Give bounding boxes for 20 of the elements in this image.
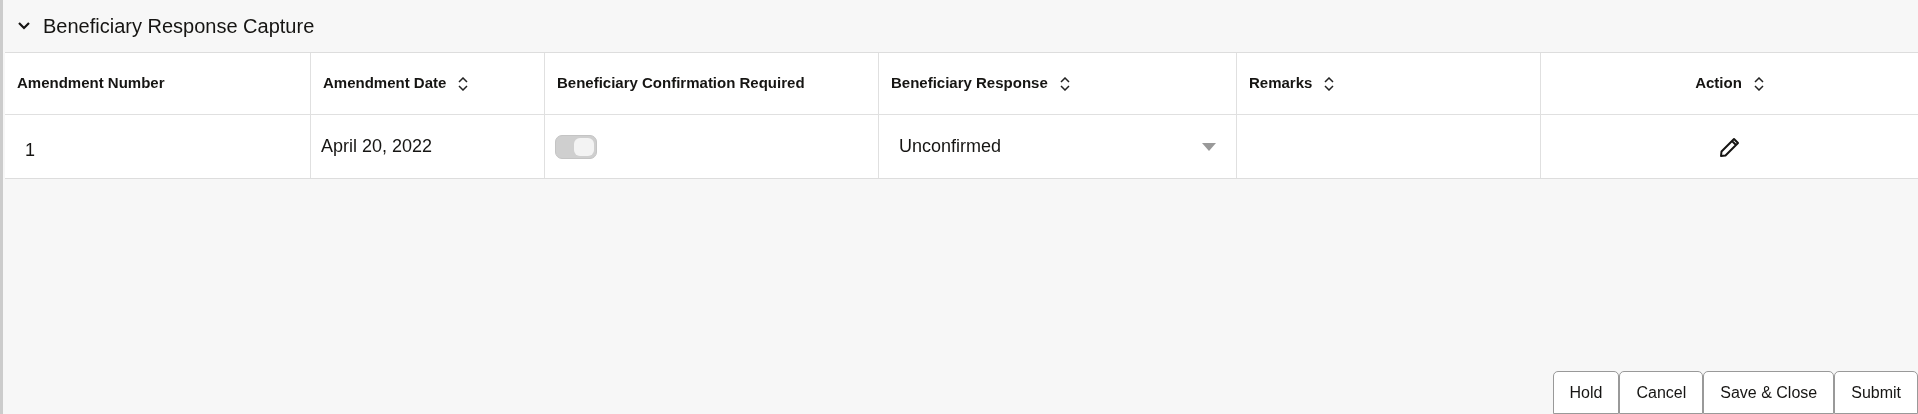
action-button[interactable]: Cancel [1619,371,1704,414]
table-cell-text: April 20, 2022 [321,135,433,158]
action-button[interactable]: Hold [1552,371,1620,414]
sort-icon[interactable] [1753,76,1764,91]
sort-icon[interactable] [1324,76,1335,91]
response-select[interactable]: Unconfirmed [899,133,1002,160]
section-title: Beneficiary Response Capture [43,14,315,39]
table-cell-text: 1 [25,139,35,162]
column-header[interactable]: Remarks [1249,72,1313,95]
sort-icon[interactable] [1059,76,1070,91]
column-header: Amendment Number [17,73,165,94]
chevron-icon [17,21,31,31]
dropdown-icon[interactable] [1202,142,1216,151]
column-header[interactable]: Action [1695,72,1742,95]
column-header: Beneficiary Confirmation Required [557,73,805,94]
column-header[interactable]: Beneficiary Response [891,72,1048,95]
column-header[interactable]: Amendment Date [323,72,447,95]
sort-icon[interactable] [458,76,469,91]
action-button[interactable]: Save & Close [1703,371,1835,414]
action-button[interactable]: Submit [1834,371,1918,414]
